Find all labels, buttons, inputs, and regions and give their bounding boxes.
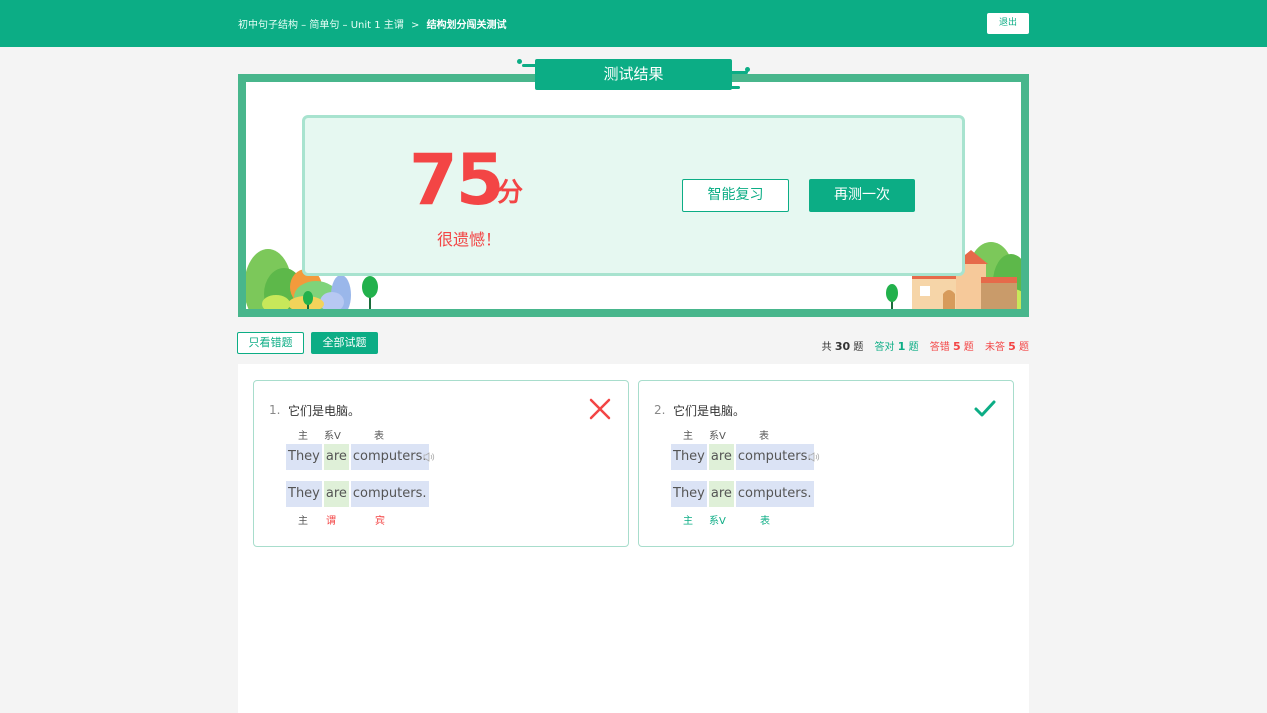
answer-sentence: They are computers. bbox=[671, 444, 814, 470]
user-role: 宾 bbox=[375, 516, 385, 527]
answer-role: 主 bbox=[298, 431, 308, 442]
breadcrumb-current: 结构划分闯关测试 bbox=[426, 20, 507, 31]
sentence-segment: computers. bbox=[735, 481, 814, 507]
stat-correct-suffix: 题 bbox=[908, 342, 919, 353]
stat-correct-prefix: 答对 bbox=[874, 342, 895, 353]
stat-wrong-prefix: 答错 bbox=[929, 342, 950, 353]
sentence-segment: are bbox=[708, 444, 734, 470]
filter-all-button[interactable]: 全部试题 bbox=[311, 332, 378, 354]
score-message: 很遗憾！ bbox=[437, 230, 502, 249]
exit-button[interactable]: 退出 bbox=[987, 13, 1029, 34]
stat-correct: 答对 1 题 bbox=[874, 340, 919, 353]
user-role: 谓 bbox=[326, 516, 336, 527]
answer-role: 表 bbox=[759, 431, 769, 442]
answer-role: 主 bbox=[683, 431, 693, 442]
answer-role: 系V bbox=[324, 431, 341, 442]
stat-wrong: 答错 5 题 bbox=[929, 340, 974, 353]
sentence-segment: are bbox=[323, 444, 349, 470]
breadcrumb-separator: > bbox=[410, 20, 420, 31]
sentence-segment: computers. bbox=[735, 444, 814, 470]
wrong-icon bbox=[589, 398, 611, 420]
question-number: 1. bbox=[269, 403, 281, 417]
stat-unanswered-suffix: 题 bbox=[1019, 342, 1029, 353]
check-icon bbox=[974, 400, 996, 417]
stat-unanswered-value: 5 bbox=[1008, 340, 1016, 353]
question-number: 2. bbox=[654, 403, 666, 417]
stat-total-prefix: 共 bbox=[821, 342, 832, 353]
user-role: 系V bbox=[709, 516, 726, 527]
sentence-segment: They bbox=[671, 444, 707, 470]
user-role: 表 bbox=[760, 516, 770, 527]
user-sentence: They are computers. bbox=[286, 481, 429, 507]
result-title: 测试结果 bbox=[535, 59, 732, 90]
question-text: 它们是电脑。 bbox=[673, 404, 746, 418]
sentence-segment: are bbox=[708, 481, 734, 507]
sentence-segment: are bbox=[323, 481, 349, 507]
score-unit: 分 bbox=[497, 178, 524, 208]
question-card: 1. 它们是电脑。 主 系V 表 They are computers. The… bbox=[253, 380, 629, 547]
speaker-icon[interactable] bbox=[808, 452, 820, 462]
sentence-segment: They bbox=[286, 481, 322, 507]
stat-wrong-value: 5 bbox=[952, 340, 961, 353]
sentence-segment: computers. bbox=[350, 481, 429, 507]
stat-total-value: 30 bbox=[834, 340, 851, 353]
breadcrumb: 初中句子结构 – 简单句 – Unit 1 主谓 > 结构划分闯关测试 bbox=[238, 16, 507, 31]
answer-role: 系V bbox=[709, 431, 726, 442]
sentence-segment: They bbox=[671, 481, 707, 507]
sentence-segment: computers. bbox=[350, 444, 429, 470]
stat-unanswered-prefix: 未答 bbox=[984, 342, 1005, 353]
user-sentence: They are computers. bbox=[671, 481, 814, 507]
user-role: 主 bbox=[298, 516, 308, 527]
sentence-segment: They bbox=[286, 444, 322, 470]
top-bar: 初中句子结构 – 简单句 – Unit 1 主谓 > 结构划分闯关测试 退出 bbox=[0, 0, 1267, 47]
smart-review-button[interactable]: 智能复习 bbox=[682, 179, 789, 212]
retry-button[interactable]: 再测一次 bbox=[809, 179, 915, 212]
ribbon-dot-left bbox=[517, 59, 522, 64]
stat-total: 共 30 题 bbox=[821, 340, 864, 353]
answer-role: 表 bbox=[374, 431, 384, 442]
question-text: 它们是电脑。 bbox=[288, 404, 361, 418]
stat-unanswered: 未答 5 题 bbox=[984, 340, 1029, 353]
breadcrumb-course[interactable]: 初中句子结构 – 简单句 – Unit 1 主谓 bbox=[238, 20, 404, 31]
score-value: 75 bbox=[409, 139, 504, 221]
filter-wrong-only-button[interactable]: 只看错题 bbox=[237, 332, 304, 354]
stat-wrong-suffix: 题 bbox=[963, 342, 974, 353]
stat-total-suffix: 题 bbox=[853, 342, 864, 353]
speaker-icon[interactable] bbox=[423, 452, 435, 462]
stat-correct-value: 1 bbox=[897, 340, 906, 353]
user-role: 主 bbox=[683, 516, 693, 527]
question-card: 2. 它们是电脑。 主 系V 表 They are computers. The… bbox=[638, 380, 1014, 547]
result-stats: 共 30 题 答对 1 题 答错 5 题 未答 5 题 bbox=[814, 338, 1029, 353]
answer-sentence: They are computers. bbox=[286, 444, 429, 470]
